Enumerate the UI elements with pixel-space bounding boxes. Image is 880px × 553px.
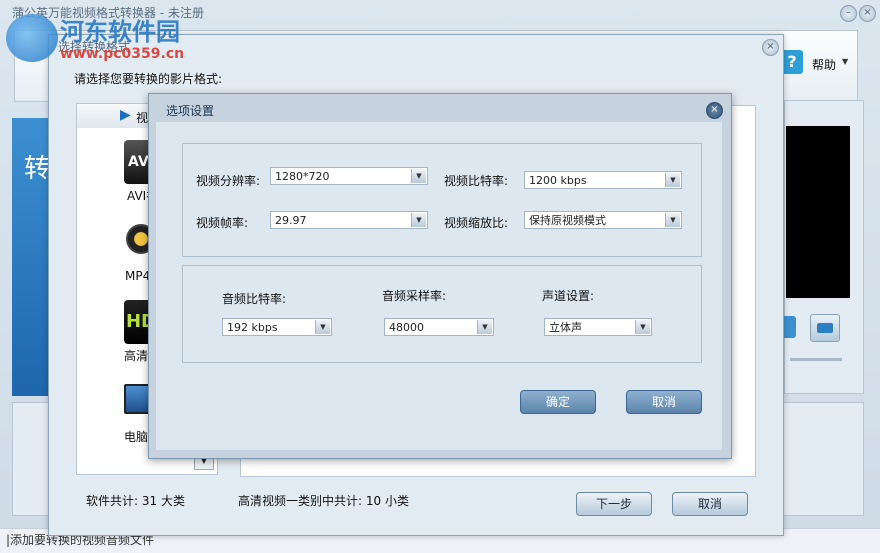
watermark-site-name: 河东软件园 [60,18,180,46]
minimize-button[interactable]: – [840,5,857,22]
chevron-down-icon[interactable]: ▼ [635,320,650,334]
video-framerate-label: 视频帧率: [196,216,249,230]
watermark-url: www.pc0359.cn [60,46,185,62]
play-arrow-icon: ▶ [120,107,131,123]
audio-bitrate-select[interactable]: 192 kbps ▼ [222,318,332,336]
video-framerate-select[interactable]: 29.97 ▼ [270,211,428,229]
video-framerate-value: 29.97 [275,214,307,227]
video-bitrate-label: 视频比特率: [444,174,509,188]
video-settings-group [182,143,702,257]
format-prompt: 请选择您要转换的影片格式: [74,72,223,86]
help-label: 帮助 [812,58,837,72]
next-button[interactable]: 下一步 [576,492,652,516]
video-preview [786,126,850,298]
audio-samplerate-select[interactable]: 48000 ▼ [384,318,494,336]
format-dialog-close-button[interactable]: × [762,39,779,56]
chevron-down-icon[interactable]: ▼ [842,57,848,66]
audio-channel-select[interactable]: 立体声 ▼ [544,318,652,336]
format-cancel-button[interactable]: 取消 [672,492,748,516]
ok-button[interactable]: 确定 [520,390,596,414]
audio-bitrate-label: 音频比特率: [222,292,287,306]
video-resolution-label: 视频分辨率: [196,174,261,188]
chevron-down-icon[interactable]: ▼ [411,169,426,183]
folder-icon [817,323,833,333]
help-icon: ? [781,50,803,74]
chevron-down-icon[interactable]: ▼ [411,213,426,227]
chevron-down-icon[interactable]: ▼ [665,213,680,227]
video-bitrate-value: 1200 kbps [529,174,587,187]
preview-progress-bar[interactable] [790,358,842,361]
open-folder-button[interactable] [810,314,840,342]
side-banner-text: 转 [24,154,51,184]
subcategory-count: 高清视频一类别中共计: 10 小类 [238,494,409,508]
audio-channel-label: 声道设置: [542,289,595,303]
audio-bitrate-value: 192 kbps [227,321,278,334]
audio-settings-group [182,265,702,363]
watermark-logo [6,14,58,62]
video-scale-select[interactable]: 保持原视频模式 ▼ [524,211,682,229]
close-button[interactable]: × [859,5,876,22]
chevron-down-icon[interactable]: ▼ [665,173,680,187]
audio-channel-value: 立体声 [549,321,582,334]
chevron-down-icon[interactable]: ▼ [477,320,492,334]
options-dialog-title: 选项设置 [166,104,215,118]
video-scale-label: 视频缩放比: [444,216,509,230]
format-category-label: 视 [136,111,149,125]
video-bitrate-select[interactable]: 1200 kbps ▼ [524,171,682,189]
category-count: 软件共计: 31 大类 [86,494,185,508]
video-scale-value: 保持原视频模式 [529,214,606,227]
audio-samplerate-value: 48000 [389,321,424,334]
options-cancel-button[interactable]: 取消 [626,390,702,414]
audio-samplerate-label: 音频采样率: [382,289,447,303]
chevron-down-icon[interactable]: ▼ [315,320,330,334]
video-resolution-value: 1280*720 [275,170,330,183]
video-resolution-select[interactable]: 1280*720 ▼ [270,167,428,185]
options-dialog-close-button[interactable]: × [706,102,723,119]
